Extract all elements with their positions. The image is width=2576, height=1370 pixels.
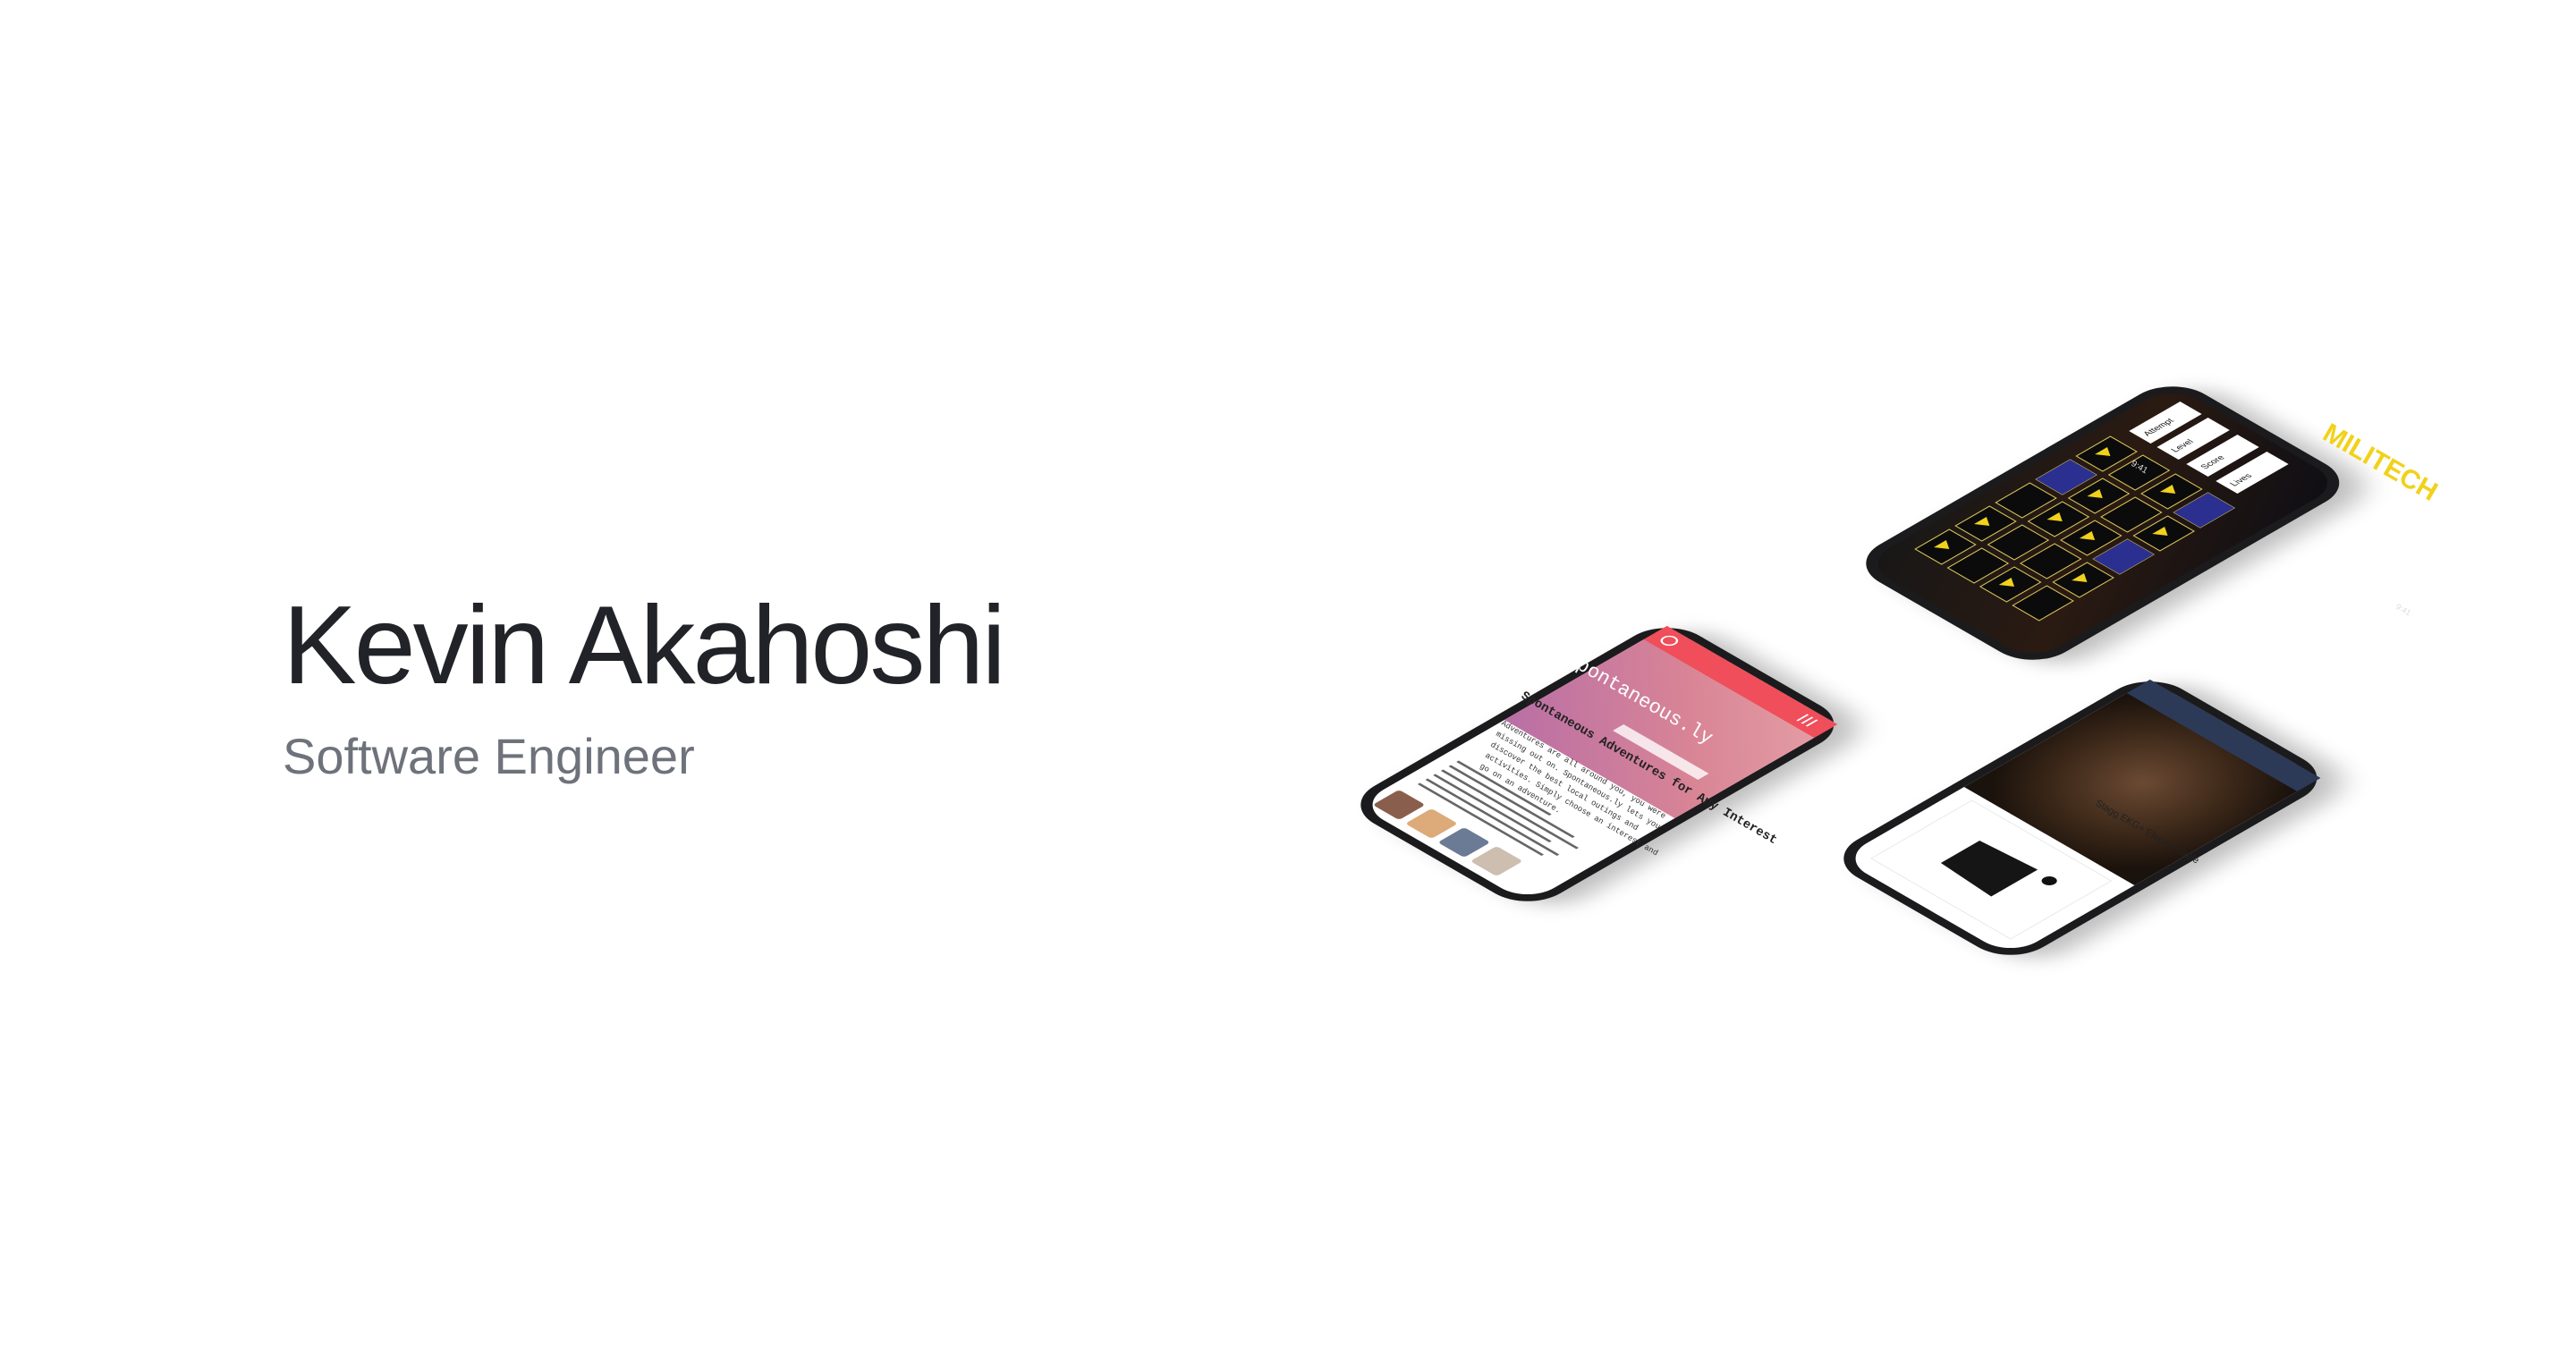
hero-text: Kevin Akahoshi Software Engineer xyxy=(283,584,1006,784)
hero-role: Software Engineer xyxy=(283,728,695,784)
page: Kevin Akahoshi Software Engineer Attempt… xyxy=(0,0,2576,1370)
phone-militech: Attempt Level Score Lives MILITECH 9:41 xyxy=(1866,386,2443,664)
phone-mockups: Attempt Level Score Lives MILITECH 9:41 xyxy=(1342,268,2576,1073)
coffee-brand[interactable]: Caffeine Supply Co xyxy=(2414,630,2493,681)
hero-name: Kevin Akahoshi xyxy=(283,584,1006,707)
coffee-cart[interactable]: 0 items xyxy=(2504,732,2531,752)
spontaneous-status-time: 9:41 xyxy=(1750,616,1771,633)
phone-spontaneous: Spontaneous.ly Spontaneous Adventures fo… xyxy=(1360,616,1858,905)
coffee-status-time: 9:41 xyxy=(2394,602,2412,617)
phone-coffee: Top Quality Coffee Supplies Caffeine Sup… xyxy=(1843,602,2531,959)
